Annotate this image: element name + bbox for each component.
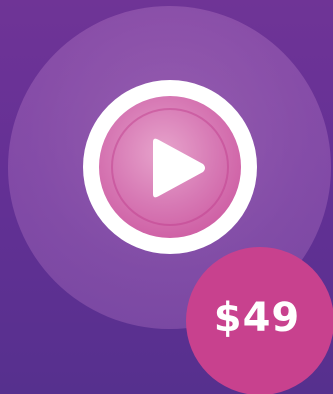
price-label: $49 (213, 295, 301, 341)
play-icon (153, 138, 205, 198)
video-promo-card: $49 (0, 0, 333, 394)
price-badge: $49 (186, 247, 333, 394)
play-button-inner (99, 96, 241, 238)
play-button[interactable] (83, 80, 257, 254)
